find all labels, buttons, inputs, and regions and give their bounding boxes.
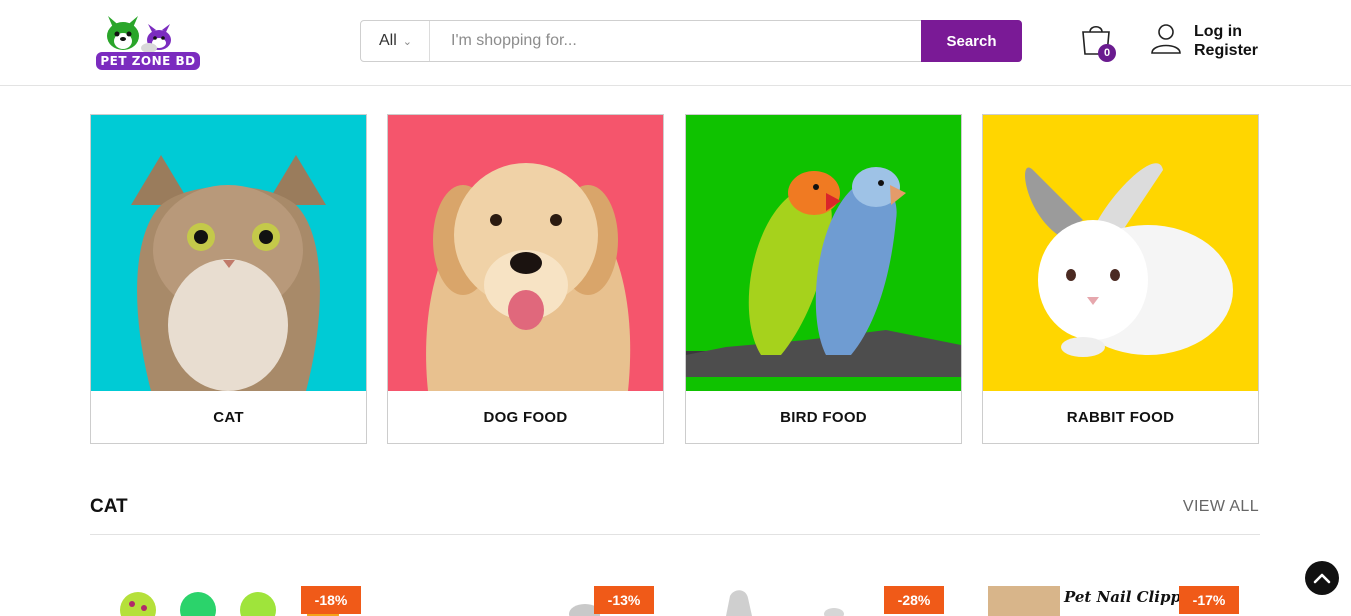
category-label: RABBIT FOOD: [1066, 408, 1175, 426]
scroll-to-top-button[interactable]: [1305, 561, 1339, 595]
cat-image: [91, 115, 366, 391]
login-link[interactable]: Log in: [1194, 22, 1258, 41]
category-card-bird-food[interactable]: BIRD FOOD: [685, 114, 962, 444]
category-label: CAT: [213, 408, 244, 426]
cart-count-badge: 0: [1098, 44, 1116, 62]
user-icon[interactable]: [1150, 22, 1182, 54]
logo-text: PET ZONE BD: [96, 52, 200, 70]
discount-badge: -18%: [301, 586, 361, 614]
section-title: CAT: [90, 496, 128, 517]
product-image-nail-clipper[interactable]: [988, 586, 1060, 616]
register-link[interactable]: Register: [1194, 41, 1258, 60]
discount-badge: -13%: [594, 586, 654, 614]
rabbit-image: [983, 115, 1258, 391]
account-links: Log in Register: [1194, 22, 1258, 60]
view-all-link[interactable]: VIEW ALL: [1183, 498, 1259, 516]
chevron-up-icon: [1313, 573, 1331, 584]
discount-badge: -17%: [1179, 586, 1239, 614]
cart-button[interactable]: 0: [1080, 22, 1120, 62]
pet-logo-icon: [107, 16, 171, 53]
category-card-rabbit-food[interactable]: RABBIT FOOD: [982, 114, 1259, 444]
search-button[interactable]: Search: [921, 20, 1022, 62]
bird-image: [686, 115, 961, 391]
category-label: DOG FOOD: [483, 408, 568, 426]
chevron-down-icon: ⌄: [402, 35, 412, 48]
search-input[interactable]: [431, 21, 921, 61]
search-category-select[interactable]: All ⌄: [361, 21, 430, 61]
search-bar: All ⌄ Search: [360, 20, 1022, 62]
site-logo[interactable]: PET ZONE BD: [94, 10, 202, 72]
category-label: BIRD FOOD: [780, 408, 867, 426]
search-category-value: All: [379, 32, 397, 49]
product-image-3[interactable]: [712, 588, 852, 616]
category-card-cat[interactable]: CAT: [90, 114, 367, 444]
discount-badge: -28%: [884, 586, 944, 614]
site-header: PET ZONE BD All ⌄ Search 0 Log in Regist…: [0, 0, 1351, 86]
category-card-dog-food[interactable]: DOG FOOD: [387, 114, 664, 444]
section-divider: [90, 534, 1260, 535]
dog-image: [388, 115, 663, 391]
